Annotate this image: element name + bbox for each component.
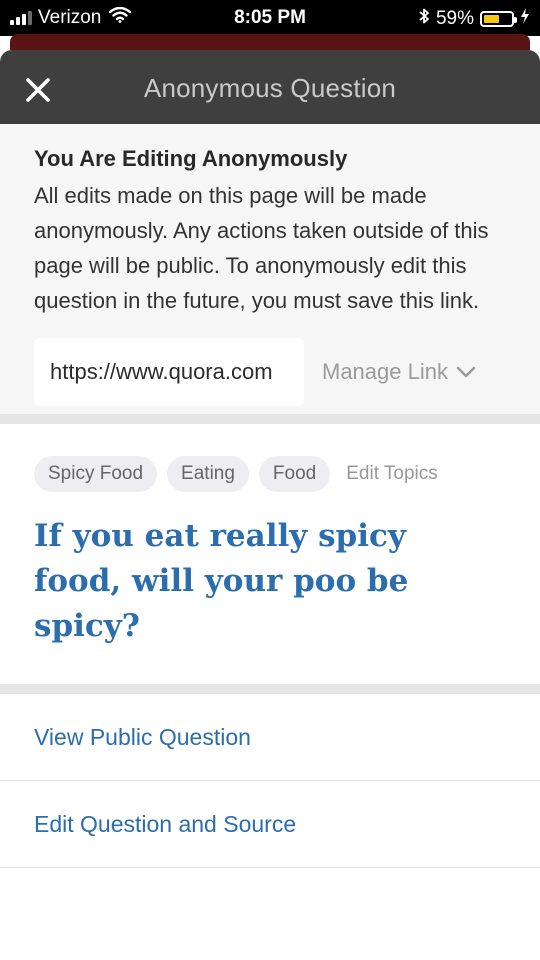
link-row: https://www.quora.com Manage Link	[34, 338, 506, 406]
anonymous-question-sheet: Anonymous Question You Are Editing Anony…	[0, 50, 540, 960]
header-title: Anonymous Question	[143, 73, 397, 103]
manage-link-button[interactable]: Manage Link	[322, 359, 476, 385]
notice-title: You Are Editing Anonymously	[34, 146, 348, 171]
status-bar: Verizon 8:05 PM 59%	[0, 0, 540, 36]
question-block: Spicy Food Eating Food Edit Topics If yo…	[0, 424, 540, 684]
battery-percent: 59%	[435, 8, 474, 29]
manage-link-label: Manage Link	[322, 359, 448, 384]
sheet-header: Anonymous Question	[0, 50, 540, 124]
battery-icon	[480, 11, 517, 27]
edit-topics-link[interactable]: Edit Topics	[346, 463, 438, 485]
status-right: 59%	[418, 7, 530, 31]
section-divider	[0, 684, 540, 694]
question-title[interactable]: If you eat really spicy food, will your …	[34, 514, 474, 649]
chevron-down-icon	[456, 366, 476, 378]
bluetooth-icon	[418, 7, 430, 31]
topic-pill[interactable]: Eating	[167, 456, 249, 492]
anonymous-notice: You Are Editing Anonymously All edits ma…	[0, 124, 540, 414]
view-public-question-link[interactable]: View Public Question	[0, 694, 540, 781]
edit-question-and-source-link[interactable]: Edit Question and Source	[0, 781, 540, 868]
section-divider	[0, 414, 540, 424]
charging-icon	[520, 8, 530, 30]
topic-pill[interactable]: Spicy Food	[34, 456, 158, 492]
anonymous-link-field[interactable]: https://www.quora.com	[34, 338, 304, 406]
topic-list: Spicy Food Eating Food Edit Topics	[34, 456, 506, 492]
topic-pill[interactable]: Food	[258, 456, 331, 492]
notice-body: All edits made on this page will be made…	[34, 183, 489, 313]
